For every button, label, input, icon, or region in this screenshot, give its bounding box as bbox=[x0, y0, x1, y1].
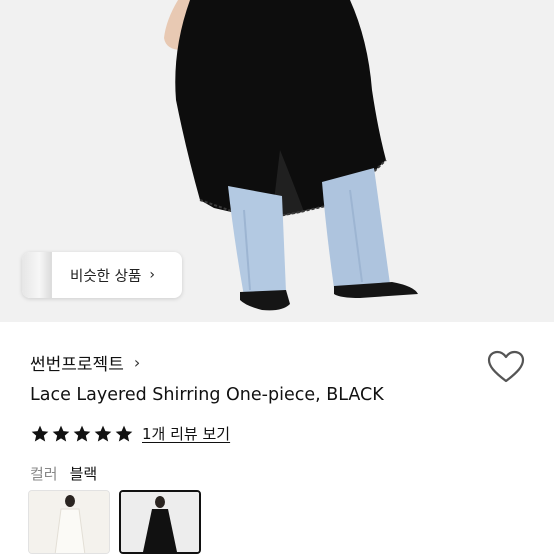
star-icon bbox=[31, 425, 49, 441]
star-icon bbox=[52, 425, 70, 441]
similar-products-button[interactable]: 비슷한 상품 › bbox=[22, 252, 182, 298]
review-link[interactable]: 1개 리뷰 보기 bbox=[142, 423, 230, 444]
swatch-ivory-thumbnail bbox=[29, 491, 109, 553]
product-title: Lace Layered Shirring One-piece, BLACK bbox=[30, 385, 384, 405]
star-icon bbox=[73, 425, 91, 441]
heart-outline-icon bbox=[487, 350, 525, 383]
color-swatch-ivory[interactable] bbox=[28, 490, 110, 554]
similar-products-thumbnail bbox=[22, 252, 52, 298]
star-rating bbox=[30, 424, 134, 444]
swatch-black-thumbnail bbox=[121, 492, 199, 552]
chevron-right-icon: › bbox=[133, 353, 141, 372]
product-hero-image[interactable]: 비슷한 상품 › bbox=[0, 0, 554, 322]
color-value: 블랙 bbox=[69, 465, 98, 483]
brand-name: 썬번프로젝트 bbox=[30, 355, 124, 375]
wishlist-button[interactable] bbox=[487, 350, 525, 384]
brand-link[interactable]: 썬번프로젝트 › bbox=[30, 350, 140, 375]
rating-row: 1개 리뷰 보기 bbox=[30, 423, 230, 444]
color-label: 컬러 bbox=[30, 465, 58, 483]
chevron-right-icon: › bbox=[149, 267, 155, 283]
similar-products-label: 비슷한 상품 bbox=[70, 268, 142, 285]
star-icon bbox=[115, 425, 133, 441]
star-icon bbox=[94, 425, 112, 441]
color-option-row: 컬러 블랙 bbox=[30, 463, 97, 484]
color-swatch-black[interactable] bbox=[119, 490, 201, 554]
